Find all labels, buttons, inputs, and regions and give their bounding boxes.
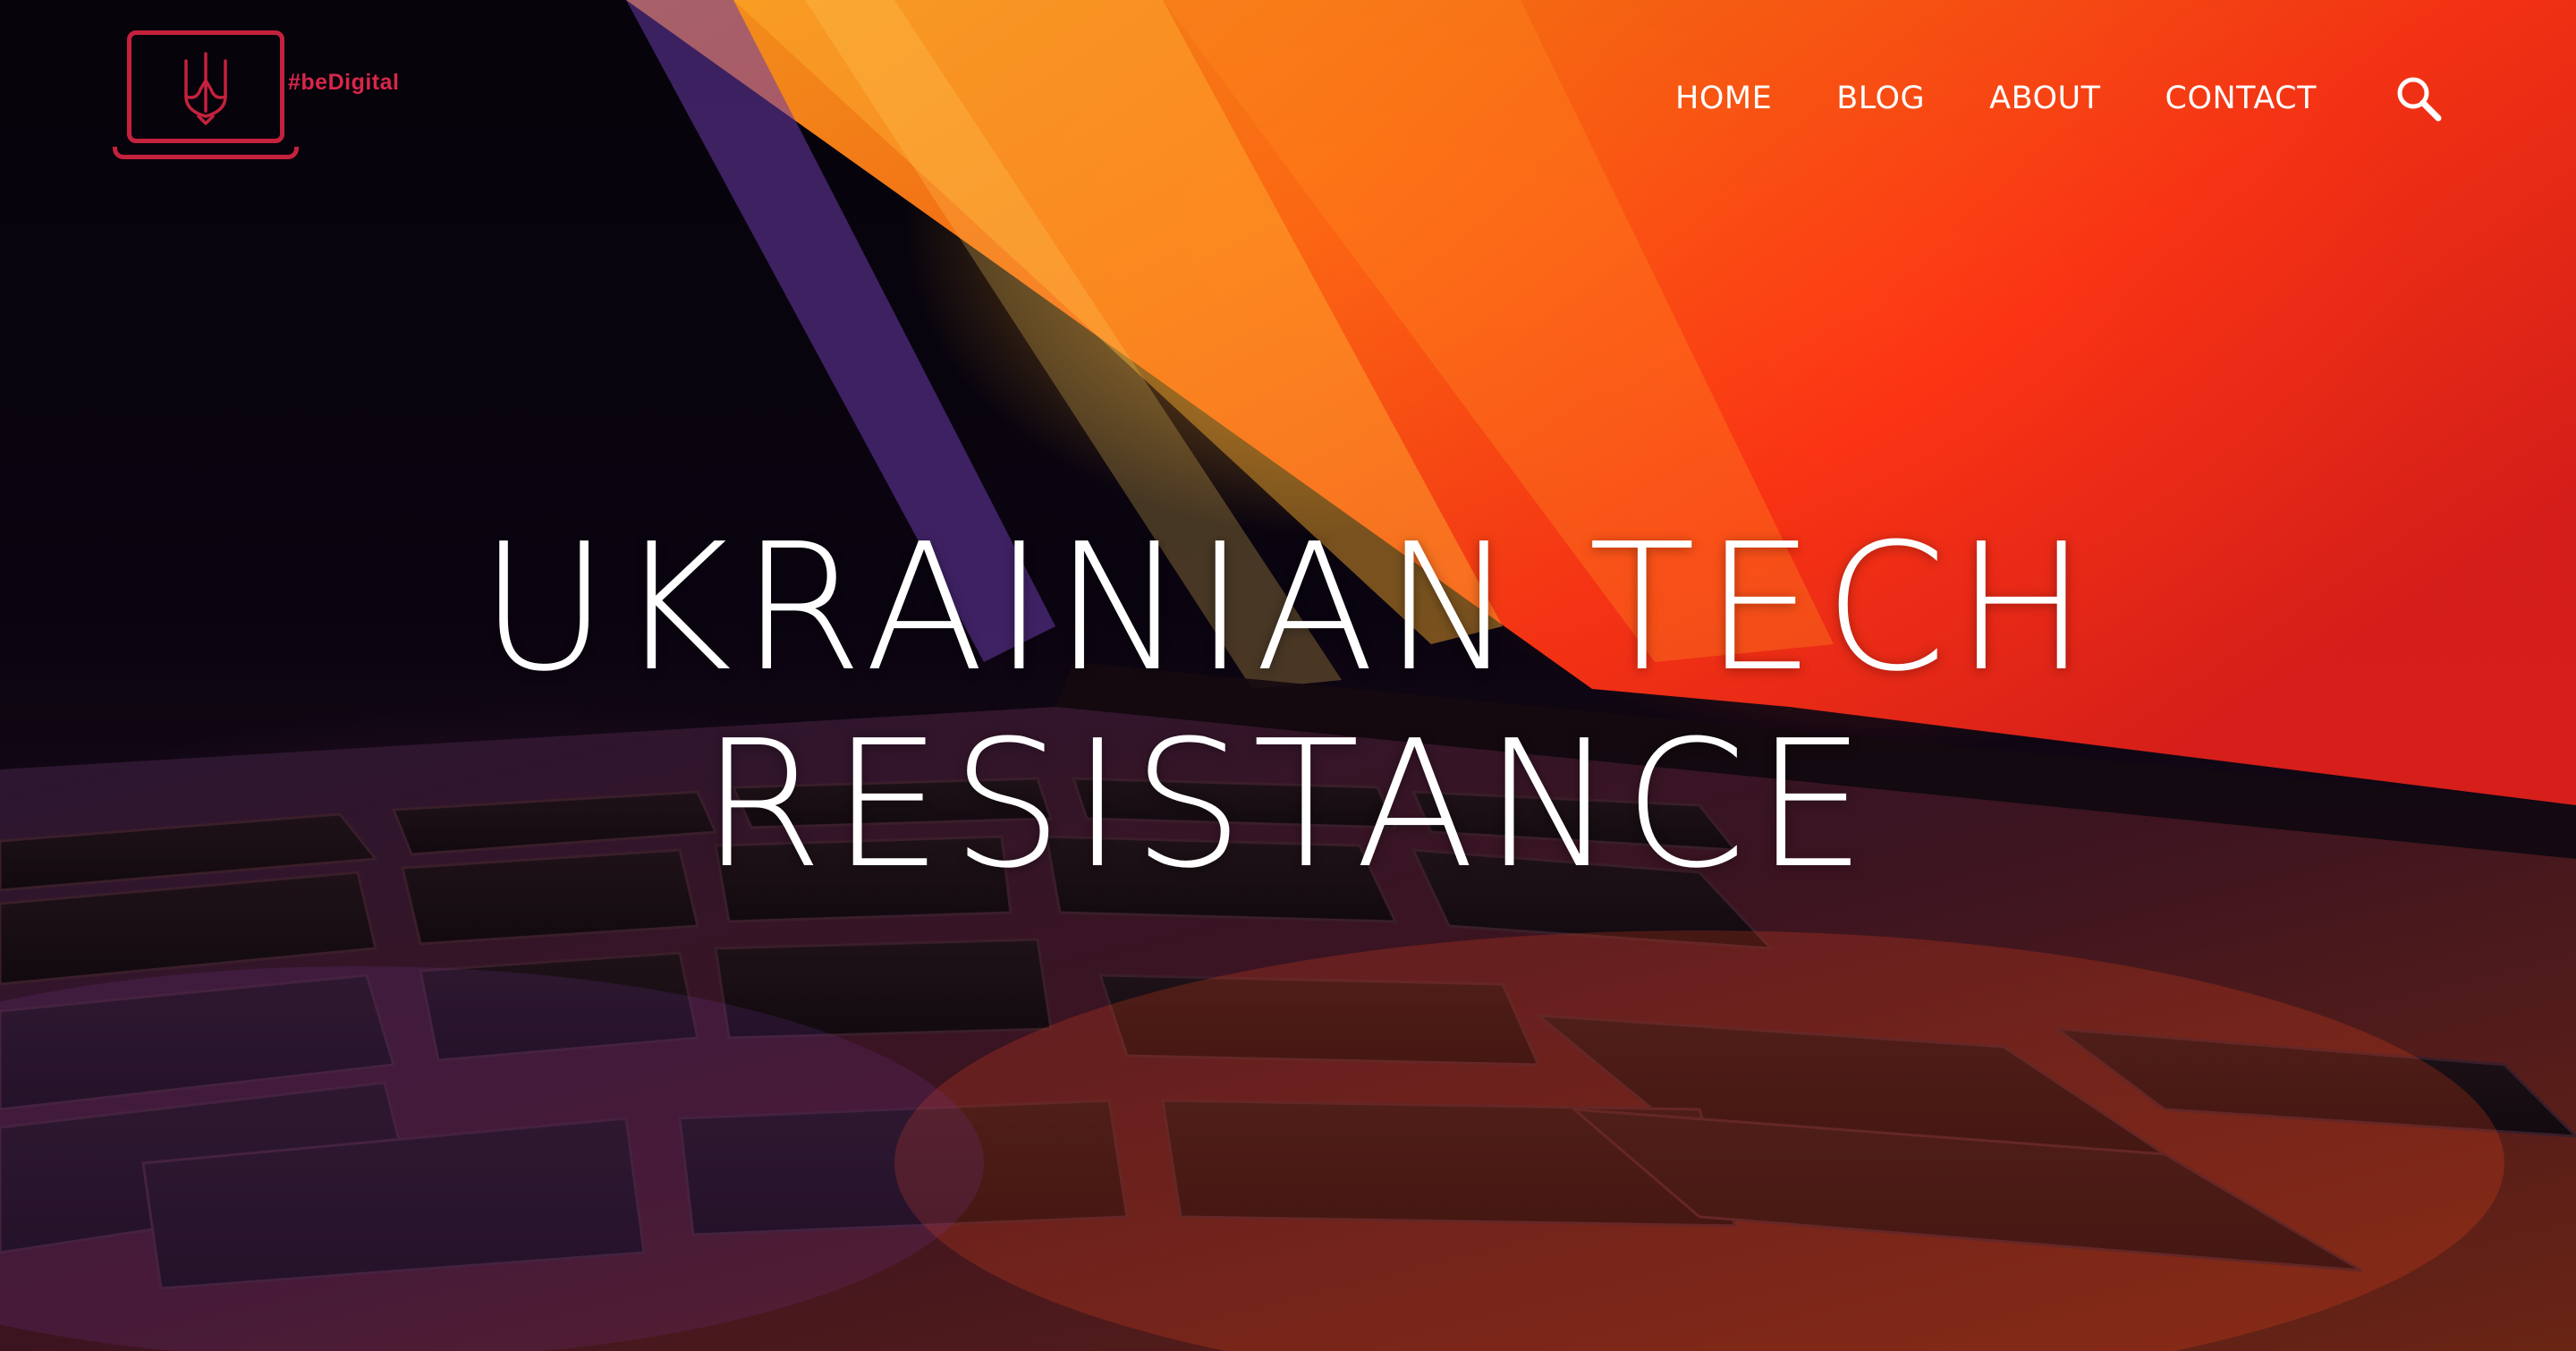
- main-nav: HOME BLOG ABOUT CONTACT: [1611, 73, 2444, 123]
- hero-section: #beDigital HOME BLOG ABOUT CONTACT UKRAI…: [0, 0, 2576, 1351]
- nav-blog[interactable]: BLOG: [1836, 81, 1925, 116]
- nav-about[interactable]: ABOUT: [1989, 81, 2100, 116]
- hero-title: UKRAINIAN TECH RESISTANCE: [0, 510, 2576, 904]
- hero-title-line-1: UKRAINIAN TECH: [479, 506, 2097, 710]
- nav-contact[interactable]: CONTACT: [2165, 81, 2317, 116]
- trident-icon: [184, 52, 227, 125]
- logo-tagline: #beDigital: [288, 70, 400, 95]
- site-logo[interactable]: #beDigital: [113, 27, 408, 161]
- hero-title-line-2: RESISTANCE: [700, 703, 1876, 907]
- search-icon[interactable]: [2394, 73, 2444, 123]
- laptop-base-icon: [113, 147, 299, 159]
- nav-home[interactable]: HOME: [1675, 81, 1772, 116]
